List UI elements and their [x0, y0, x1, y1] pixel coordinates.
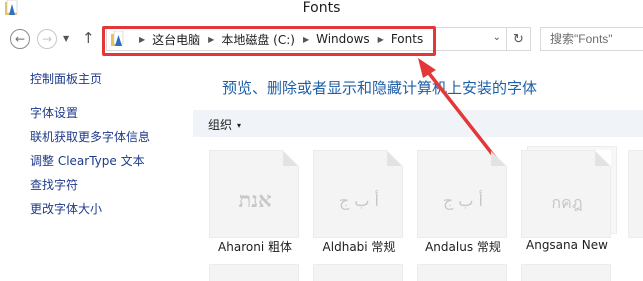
- font-sample: أ ب ج: [338, 191, 379, 210]
- organize-button[interactable]: 组织 ▾: [208, 116, 241, 133]
- font-tile[interactable]: أ ب ج Aldhabi 常规: [313, 150, 409, 280]
- sidebar: 控制面板主页 字体设置 联机获取更多字体信息 调整 ClearType 文本 查…: [0, 58, 190, 281]
- up-button[interactable]: ↑: [82, 30, 95, 46]
- arrow-left-icon: ←: [14, 32, 26, 46]
- font-tile[interactable]: אנת Aharoni 粗体: [209, 150, 305, 280]
- title-bar: Fonts: [0, 0, 643, 20]
- font-preview: أ ب ج: [313, 150, 403, 238]
- font-tile-row2[interactable]: [521, 264, 611, 281]
- font-preview: אנת: [209, 150, 299, 238]
- font-tile[interactable]: กคฎ Angsana New: [521, 146, 617, 280]
- font-tile-row2[interactable]: [313, 264, 403, 281]
- arrow-right-icon: →: [41, 32, 53, 46]
- font-name: Aharoni 粗体: [218, 240, 292, 254]
- font-tile-row2[interactable]: [417, 264, 507, 281]
- font-preview: กคฎ: [521, 150, 611, 238]
- sidebar-item-control-panel-home[interactable]: 控制面板主页: [30, 70, 102, 87]
- address-highlight-box: [102, 26, 436, 56]
- command-bar: 组织 ▾: [193, 110, 643, 137]
- font-name: Aldhabi 常规: [322, 240, 396, 254]
- font-sample: אנת: [238, 187, 272, 212]
- sidebar-item-get-more-fonts[interactable]: 联机获取更多字体信息: [30, 128, 150, 145]
- back-button[interactable]: ←: [10, 29, 30, 49]
- sidebar-item-font-settings[interactable]: 字体设置: [30, 104, 78, 121]
- font-preview: أ ب ج: [417, 150, 507, 238]
- sidebar-item-find-character[interactable]: 查找字符: [30, 176, 78, 193]
- chevron-down-icon: ▾: [237, 121, 242, 130]
- font-sample: أ ب ج: [442, 191, 483, 210]
- font-sample: กคฎ: [551, 193, 583, 212]
- font-name: Angsana New: [526, 238, 608, 252]
- window-title: Fonts: [302, 0, 341, 16]
- recent-locations-button[interactable]: ▼: [63, 34, 69, 43]
- refresh-icon: ↻: [513, 31, 524, 47]
- forward-button[interactable]: →: [37, 29, 57, 49]
- font-tile-row2[interactable]: [209, 264, 299, 281]
- font-name: Andalus 常规: [425, 240, 501, 254]
- organize-label: 组织: [208, 118, 233, 132]
- font-tile-partial[interactable]: [628, 150, 643, 238]
- refresh-button[interactable]: ↻: [507, 27, 531, 51]
- page-title: 预览、删除或者显示和隐藏计算机上安装的字体: [222, 79, 538, 97]
- chevron-down-icon[interactable]: ⌄: [493, 32, 501, 43]
- sidebar-item-change-font-size[interactable]: 更改字体大小: [30, 200, 102, 217]
- font-tile[interactable]: أ ب ج Andalus 常规: [417, 150, 513, 280]
- sidebar-item-cleartype[interactable]: 调整 ClearType 文本: [30, 152, 145, 169]
- search-input[interactable]: 搜索"Fonts": [540, 27, 643, 51]
